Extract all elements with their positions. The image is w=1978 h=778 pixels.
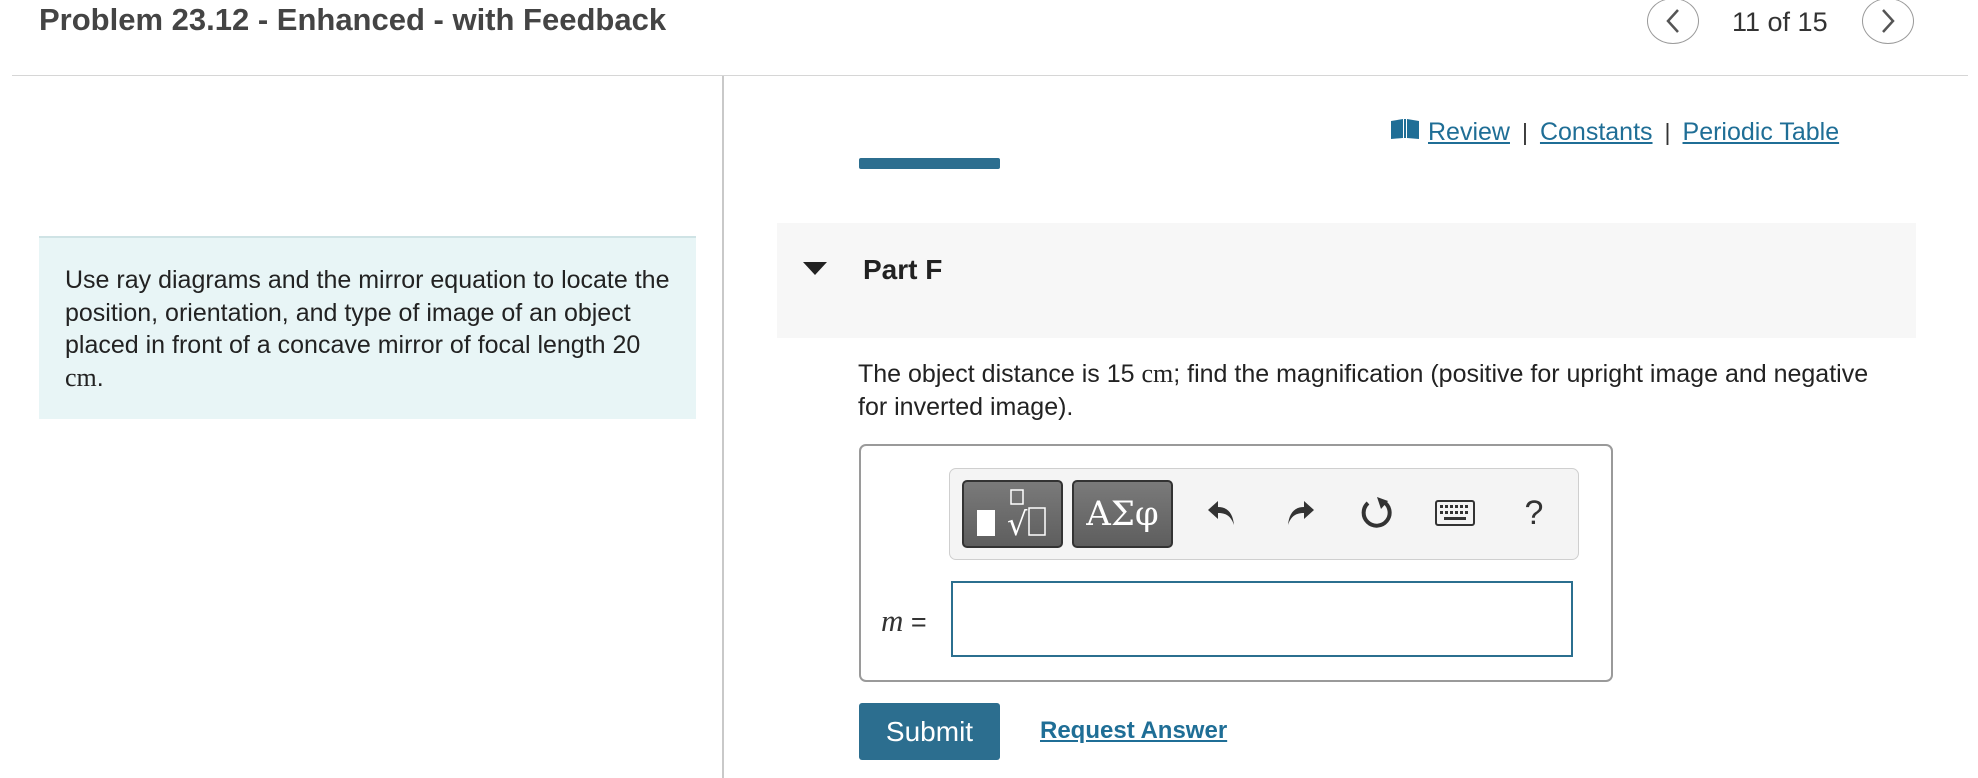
question-text-start: The object distance is 15	[858, 360, 1142, 388]
undo-button[interactable]	[1200, 491, 1244, 535]
keyboard-button[interactable]	[1433, 491, 1477, 535]
undo-icon	[1208, 501, 1234, 525]
pane-divider	[722, 76, 724, 778]
caret-down-icon[interactable]	[803, 262, 827, 275]
constants-link[interactable]: Constants	[1540, 118, 1653, 147]
previous-part-tab[interactable]	[859, 158, 1000, 169]
resource-links: Review | Constants | Periodic Table	[1390, 118, 1839, 147]
intro-text: Use ray diagrams and the mirror equation…	[65, 266, 670, 359]
question-text: The object distance is 15 cm; find the m…	[858, 358, 1898, 423]
reset-button[interactable]	[1355, 491, 1399, 535]
part-label: Part F	[863, 254, 943, 285]
header-divider	[12, 75, 1968, 76]
next-problem-button[interactable]	[1862, 0, 1914, 44]
svg-text:√: √	[1007, 505, 1028, 540]
book-icon	[1390, 118, 1420, 147]
help-button[interactable]: ?	[1512, 491, 1556, 535]
request-answer-link[interactable]: Request Answer	[1040, 717, 1227, 745]
intro-period: .	[96, 363, 104, 392]
equals-sign: =	[910, 607, 927, 637]
chevron-right-icon	[1882, 9, 1895, 33]
review-link[interactable]: Review	[1428, 118, 1510, 147]
chevron-left-icon	[1666, 9, 1679, 33]
reset-icon	[1361, 497, 1392, 528]
intro-unit: cm	[65, 362, 97, 392]
answer-variable: m	[881, 603, 904, 638]
link-separator: |	[1664, 119, 1671, 145]
previous-problem-button[interactable]	[1647, 0, 1699, 44]
submit-button[interactable]: Submit	[859, 703, 1000, 760]
problem-intro: Use ray diagrams and the mirror equation…	[39, 236, 696, 419]
keyboard-icon	[1435, 500, 1475, 526]
answer-input[interactable]	[951, 581, 1573, 657]
answer-variable-label: m =	[881, 603, 927, 639]
question-unit: cm	[1141, 359, 1174, 388]
problem-title: Problem 23.12 - Enhanced - with Feedback	[39, 2, 667, 37]
redo-button[interactable]	[1278, 491, 1322, 535]
part-header[interactable]	[777, 223, 1916, 338]
redo-icon	[1288, 501, 1314, 525]
fraction-root-template-icon: √	[976, 489, 1046, 540]
template-button[interactable]: √	[962, 480, 1063, 548]
greek-symbols-button[interactable]: ΑΣφ	[1072, 480, 1173, 548]
periodic-table-link[interactable]: Periodic Table	[1683, 118, 1840, 147]
problem-pagination: 11 of 15	[1732, 7, 1828, 37]
link-separator: |	[1521, 119, 1528, 145]
